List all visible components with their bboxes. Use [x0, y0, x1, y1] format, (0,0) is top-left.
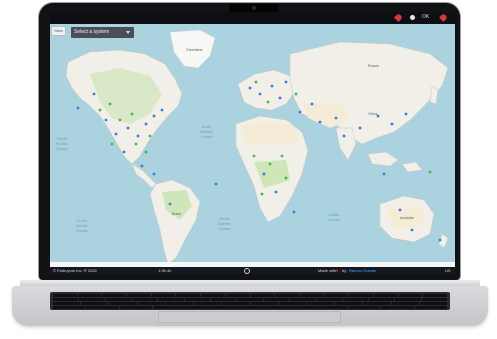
ocean-label-north-atlantic: North Atlantic Ocean: [200, 124, 214, 139]
marker-blue: [126, 126, 130, 130]
marker-blue: [292, 210, 296, 214]
marker-green: [280, 154, 284, 158]
marker-green: [134, 142, 138, 146]
marker-green: [130, 112, 134, 116]
marker-blue: [152, 114, 156, 118]
marker-blue: [278, 96, 282, 100]
marker-blue: [214, 182, 218, 186]
ocean-label-south-atlantic: South Atlantic Ocean: [218, 216, 232, 231]
marker-blue: [318, 120, 322, 124]
notification-icon[interactable]: [439, 13, 448, 22]
place-label-brazil: Brazil: [172, 212, 181, 216]
place-label-greenland: Greenland: [186, 48, 203, 52]
marker-green: [118, 118, 122, 122]
ocean-label-indian: Indian Ocean: [328, 212, 340, 222]
marker-green: [252, 154, 256, 158]
marker-blue: [152, 172, 156, 176]
marker-blue: [92, 92, 96, 96]
marker-blue: [104, 118, 108, 122]
marker-blue: [382, 172, 386, 176]
marker-blue: [404, 112, 408, 116]
marker-blue: [136, 134, 140, 138]
marker-blue: [274, 190, 278, 194]
marker-blue: [122, 150, 126, 154]
footer-made-with: Made with: [318, 268, 337, 273]
place-label-australia: Australia: [400, 216, 414, 220]
keyboard-row: [53, 298, 447, 301]
marker-blue: [144, 122, 148, 126]
trackpad: [158, 311, 341, 323]
marker-blue: [410, 228, 414, 232]
marker-blue: [398, 208, 402, 212]
marker-green: [268, 162, 272, 166]
heart-icon: ♥: [336, 268, 339, 273]
marker-blue: [114, 132, 118, 136]
marker-blue: [438, 238, 442, 242]
camera-icon: [252, 6, 256, 10]
marker-blue: [358, 126, 362, 130]
menu-dot-icon[interactable]: [410, 15, 415, 20]
marker-green: [266, 100, 270, 104]
place-label-russia: Russia: [368, 64, 379, 68]
footer-copyright: © Farbuyuto Inc. ® 2025: [53, 268, 97, 273]
laptop-screen: OK North Pacific Ocean North Atlantic Oc…: [50, 12, 455, 274]
keyboard-row: [53, 294, 447, 297]
marker-green: [428, 170, 432, 174]
footer-author-link[interactable]: Ramon Grande: [349, 267, 376, 274]
world-map[interactable]: [50, 24, 455, 267]
marker-green: [110, 142, 114, 146]
system-select[interactable]: Select a system: [71, 27, 134, 38]
marker-blue: [390, 122, 394, 126]
marker-blue: [160, 108, 164, 112]
marker-green: [294, 92, 298, 96]
footer-by: by: [342, 268, 347, 273]
sites-toggle[interactable]: Sites: [51, 26, 66, 36]
topbar-label[interactable]: OK: [422, 14, 429, 20]
chevron-down-icon: [126, 31, 130, 34]
marker-blue: [298, 110, 302, 114]
marker-blue: [342, 134, 346, 138]
marker-green: [148, 134, 152, 138]
footer-bar: © Farbuyuto Inc. ® 2025 1.96.4h Made wit…: [50, 267, 455, 274]
marker-blue: [248, 86, 252, 90]
marker-blue: [334, 116, 338, 120]
marker-green: [284, 176, 288, 180]
footer-version: 1.96.4h: [158, 268, 172, 273]
keyboard-row: [53, 306, 447, 309]
marker-green: [254, 80, 258, 84]
marker-blue: [310, 102, 314, 106]
marker-blue: [270, 84, 274, 88]
marker-blue: [258, 92, 262, 96]
marker-blue: [76, 106, 80, 110]
marker-green: [108, 102, 112, 106]
keyboard: [50, 292, 450, 310]
marker-green: [98, 108, 102, 112]
marker-blue: [168, 202, 172, 206]
system-select-value: Select a system: [74, 29, 110, 35]
marker-blue: [140, 164, 144, 168]
footer-region[interactable]: US: [445, 267, 451, 274]
ocean-label-south-pacific: South Pacific Ocean: [76, 218, 88, 233]
place-label-china: China: [368, 112, 378, 116]
top-bar: OK: [50, 12, 455, 24]
marker-blue: [284, 80, 288, 84]
marker-green: [260, 192, 264, 196]
keyboard-row: [53, 302, 448, 305]
marker-blue: [262, 172, 266, 176]
help-icon[interactable]: [244, 267, 250, 274]
ocean-label-north-pacific: North Pacific Ocean: [56, 136, 68, 151]
favorite-icon[interactable]: [394, 13, 403, 22]
marker-green: [144, 150, 148, 154]
